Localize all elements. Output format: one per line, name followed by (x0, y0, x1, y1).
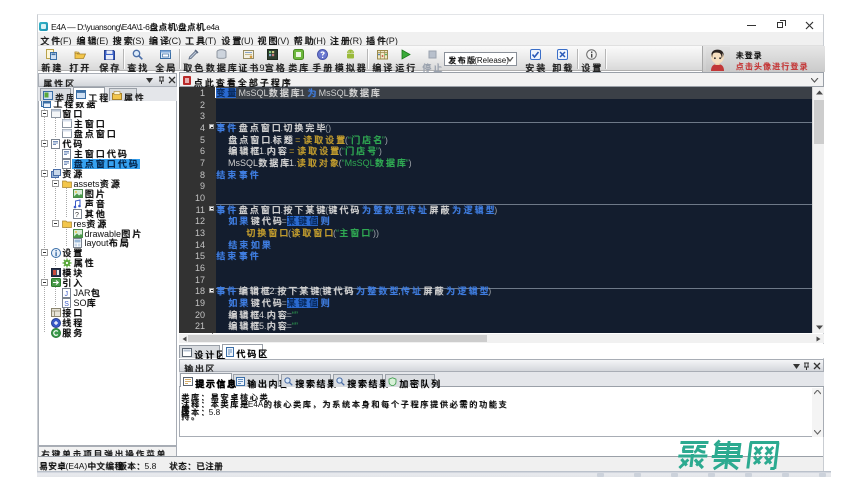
svg-text:?: ? (75, 212, 79, 219)
